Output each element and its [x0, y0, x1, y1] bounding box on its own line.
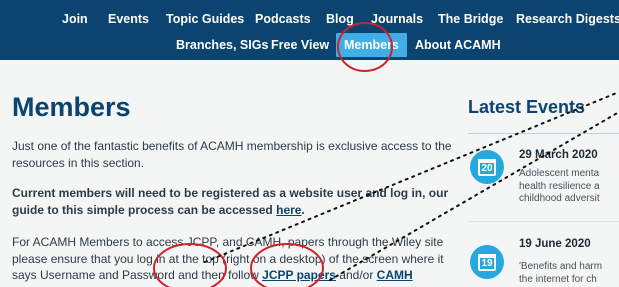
calendar-day: 19 — [481, 258, 493, 269]
event-summary[interactable]: Adolescent menta health resilience a chi… — [519, 168, 619, 206]
event-summary-line: Adolescent menta — [519, 168, 600, 179]
top-nav: Join Events Topic Guides Podcasts Blog J… — [0, 0, 619, 60]
papers-and-or: and/or — [335, 268, 377, 282]
nav-events[interactable]: Events — [108, 10, 149, 28]
nav-podcasts[interactable]: Podcasts — [255, 10, 311, 28]
nav-members[interactable]: Members — [336, 33, 407, 57]
login-text: Current members will need to be register… — [12, 186, 449, 217]
nav-join[interactable]: Join — [62, 10, 88, 28]
nav-about-acamh[interactable]: About ACAMH — [415, 36, 501, 54]
nav-research-digests[interactable]: Research Digests — [516, 10, 619, 28]
event-summary[interactable]: 'Benefits and harm the internet for ch — [519, 261, 619, 286]
event-summary-line: health resilience a — [519, 180, 600, 192]
calendar-day: 20 — [481, 163, 493, 174]
sidebar-divider — [468, 133, 619, 134]
event-divider — [468, 221, 619, 222]
nav-branches-sigs[interactable]: Branches, SIGs — [176, 36, 268, 54]
calendar-icon: 19 — [470, 245, 504, 279]
page-title: Members — [12, 92, 131, 122]
nav-free-view[interactable]: Free View — [271, 36, 329, 54]
event-date[interactable]: 29 March 2020 — [519, 149, 598, 161]
nav-journals[interactable]: Journals — [371, 10, 423, 28]
login-paragraph: Current members will need to be register… — [12, 185, 454, 218]
papers-paragraph: For ACAMH Members to access JCPP, and CA… — [12, 234, 454, 287]
event-summary-line: 'Benefits and harm — [519, 261, 603, 272]
here-link[interactable]: here — [276, 203, 301, 217]
latest-events-title: Latest Events — [468, 97, 586, 117]
event-summary-line: the internet for ch — [519, 273, 597, 285]
event-summary-line: childhood adversit — [519, 193, 600, 204]
nav-blog[interactable]: Blog — [326, 10, 354, 28]
nav-topic-guides[interactable]: Topic Guides — [166, 10, 244, 28]
event-date[interactable]: 19 June 2020 — [519, 238, 591, 250]
calendar-icon: 20 — [470, 150, 504, 184]
intro-paragraph: Just one of the fantastic benefits of AC… — [12, 139, 452, 170]
nav-the-bridge[interactable]: The Bridge — [438, 10, 503, 28]
login-period: . — [301, 202, 305, 217]
jcpp-papers-link[interactable]: JCPP papers — [262, 268, 336, 282]
